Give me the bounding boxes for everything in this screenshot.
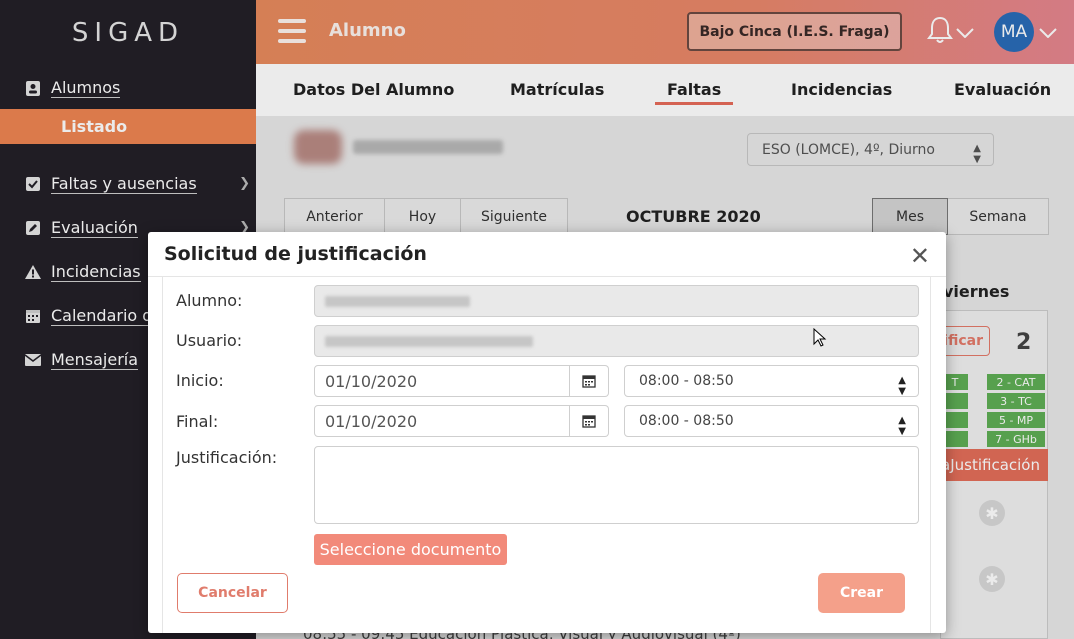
justification-dialog: Solicitud de justificación ✕ Alumno: Usu… bbox=[148, 232, 946, 633]
final-time-value: 08:00 - 08:50 bbox=[639, 413, 734, 429]
calendar-icon[interactable] bbox=[570, 405, 609, 437]
usuario-field bbox=[314, 325, 919, 357]
final-date-input[interactable]: 01/10/2020 bbox=[314, 405, 570, 437]
inicio-time-select[interactable]: 08:00 - 08:50 ▲ ▼ bbox=[624, 365, 919, 397]
redacted-text bbox=[325, 335, 533, 347]
inicio-date-input[interactable]: 01/10/2020 bbox=[314, 365, 570, 397]
select-document-button[interactable]: Seleccione documento bbox=[314, 534, 507, 565]
usuario-label: Usuario: bbox=[176, 331, 243, 350]
alumno-field bbox=[314, 285, 919, 317]
cancel-button[interactable]: Cancelar bbox=[177, 573, 288, 613]
inicio-time-value: 08:00 - 08:50 bbox=[639, 373, 734, 389]
alumno-label: Alumno: bbox=[176, 291, 243, 310]
create-button[interactable]: Crear bbox=[818, 573, 905, 613]
final-time-select[interactable]: 08:00 - 08:50 ▲ ▼ bbox=[624, 405, 919, 437]
redacted-text bbox=[325, 295, 470, 307]
inicio-label: Inicio: bbox=[176, 371, 224, 390]
final-label: Final: bbox=[176, 412, 219, 431]
justificacion-textarea[interactable] bbox=[314, 446, 919, 524]
justificacion-label: Justificación: bbox=[176, 448, 278, 467]
dialog-title: Solicitud de justificación bbox=[164, 243, 427, 265]
sort-arrows-icon: ▲ ▼ bbox=[898, 375, 906, 397]
close-icon[interactable]: ✕ bbox=[910, 242, 930, 270]
sort-arrows-icon: ▲ ▼ bbox=[898, 415, 906, 437]
calendar-icon[interactable] bbox=[570, 365, 609, 397]
dialog-header: Solicitud de justificación ✕ bbox=[148, 232, 946, 277]
mouse-cursor-icon bbox=[813, 328, 827, 347]
